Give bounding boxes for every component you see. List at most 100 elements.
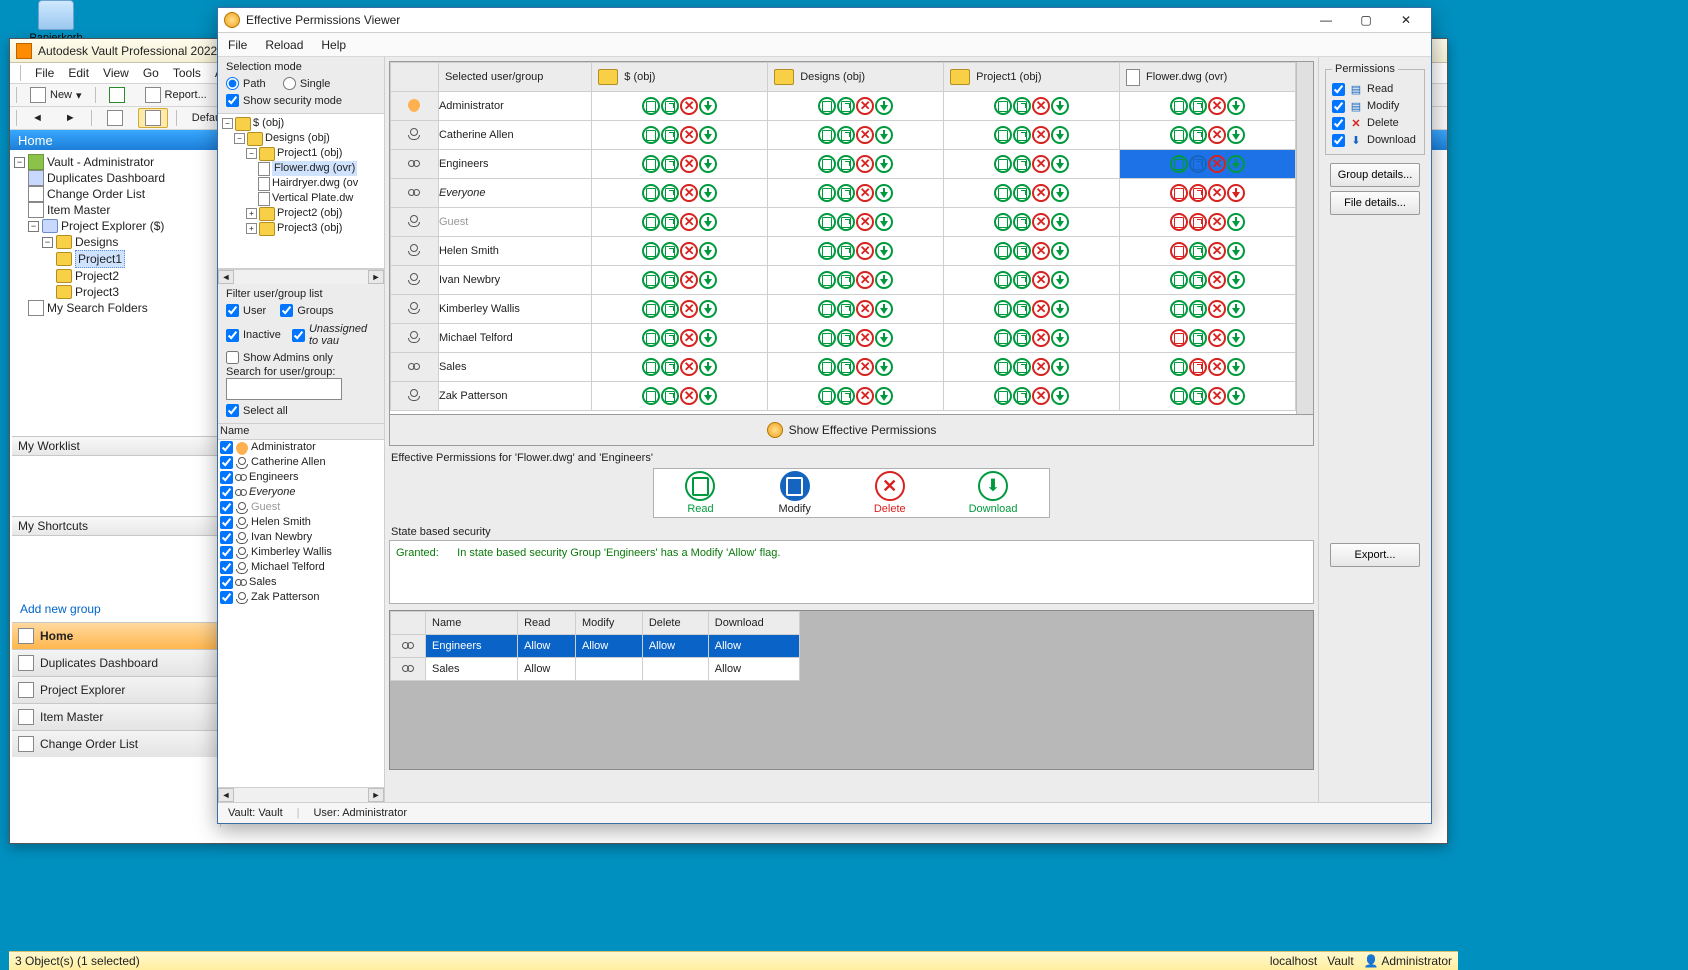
perm-cell[interactable]: ✕ <box>768 324 944 353</box>
perm-cell[interactable]: ✕ <box>944 208 1120 237</box>
report-button[interactable]: Report... <box>138 85 214 105</box>
grid-col-header[interactable]: $ (obj) <box>592 63 768 92</box>
check-inactive[interactable]: Inactive <box>226 329 281 342</box>
state-col-header[interactable] <box>391 612 426 635</box>
perm-cell[interactable]: ✕ <box>944 266 1120 295</box>
perm-cell[interactable]: ✕ <box>944 353 1120 382</box>
collapse-icon[interactable]: − <box>42 237 53 248</box>
minimize-button[interactable]: — <box>1307 11 1345 29</box>
obj-project2[interactable]: +Project2 (obj) <box>246 206 382 221</box>
tree-itemmaster[interactable]: Item Master <box>28 202 218 218</box>
perm-cell[interactable]: ✕ <box>768 353 944 382</box>
check-selectall[interactable]: Select all <box>226 404 376 417</box>
perm-cell[interactable]: ✕ <box>768 295 944 324</box>
sidenav-changeorder[interactable]: Change Order List <box>12 730 218 757</box>
perm-cell[interactable]: ✕ <box>592 382 768 411</box>
name-row[interactable]: Sales <box>218 575 384 590</box>
name-row[interactable]: Administrator <box>218 440 384 455</box>
grid-row[interactable]: Engineers✕✕✕✕ <box>391 150 1296 179</box>
obj-project3[interactable]: +Project3 (obj) <box>246 221 382 236</box>
perm-cell[interactable]: ✕ <box>768 382 944 411</box>
name-row[interactable]: Zak Patterson <box>218 590 384 605</box>
obj-project1[interactable]: −Project1 (obj) <box>246 146 382 161</box>
grid-row[interactable]: Ivan Newbry✕✕✕✕ <box>391 266 1296 295</box>
check-delete[interactable]: ✕Delete <box>1332 116 1418 130</box>
collapse-icon[interactable]: − <box>28 221 39 232</box>
perm-cell[interactable]: ✕ <box>1120 150 1296 179</box>
menu-file[interactable]: File <box>228 38 247 52</box>
name-row[interactable]: Helen Smith <box>218 515 384 530</box>
perm-cell[interactable]: ✕ <box>592 179 768 208</box>
check-show-security[interactable]: Show security mode <box>226 94 376 107</box>
perm-cell[interactable]: ✕ <box>768 237 944 266</box>
close-button[interactable]: ✕ <box>1387 11 1425 29</box>
state-row[interactable]: EngineersAllowAllowAllowAllow <box>391 635 800 658</box>
vault-menu-file[interactable]: File <box>35 66 54 80</box>
grid-vscroll[interactable] <box>1296 62 1313 414</box>
tree-project3[interactable]: Project3 <box>56 284 218 300</box>
grid-row[interactable]: Catherine Allen✕✕✕✕ <box>391 121 1296 150</box>
name-row[interactable]: Catherine Allen <box>218 455 384 470</box>
group-details-button[interactable]: Group details... <box>1330 163 1420 187</box>
sidenav-duplicates[interactable]: Duplicates Dashboard <box>12 649 218 676</box>
new-button[interactable]: New ▾ <box>23 85 89 105</box>
check-download[interactable]: ⬇Download <box>1332 133 1418 147</box>
perm-cell[interactable]: ✕ <box>592 353 768 382</box>
perm-cell[interactable]: ✕ <box>944 295 1120 324</box>
add-group-link[interactable]: Add new group <box>12 596 218 622</box>
obj-file-flower[interactable]: Flower.dwg (ovr) <box>258 161 382 176</box>
perm-cell[interactable]: ✕ <box>1120 121 1296 150</box>
worklist-header[interactable]: My Worklist <box>12 436 218 456</box>
vault-menu-go[interactable]: Go <box>143 66 159 80</box>
perm-cell[interactable]: ✕ <box>944 179 1120 208</box>
perm-cell[interactable]: ✕ <box>1120 353 1296 382</box>
obj-file-hairdryer[interactable]: Hairdryer.dwg (ov <box>258 176 382 191</box>
shortcuts-header[interactable]: My Shortcuts <box>12 516 218 536</box>
vault-menu-view[interactable]: View <box>103 66 129 80</box>
perm-cell[interactable]: ✕ <box>768 266 944 295</box>
check-groups[interactable]: Groups <box>280 304 333 317</box>
perm-cell[interactable]: ✕ <box>944 150 1120 179</box>
names-hscroll[interactable]: ◄► <box>218 787 384 802</box>
perm-cell[interactable]: ✕ <box>1120 266 1296 295</box>
layout1-button[interactable] <box>100 108 130 128</box>
vault-menu-edit[interactable]: Edit <box>68 66 89 80</box>
grid-row[interactable]: Everyone✕✕✕✕ <box>391 179 1296 208</box>
grid-row[interactable]: Helen Smith✕✕✕✕ <box>391 237 1296 266</box>
check-user[interactable]: User <box>226 304 266 317</box>
check-admins[interactable]: Show Admins only <box>226 351 376 364</box>
state-col-header[interactable]: Download <box>708 612 799 635</box>
check-read[interactable]: ▤Read <box>1332 82 1418 96</box>
maximize-button[interactable]: ▢ <box>1347 11 1385 29</box>
check-modify[interactable]: ▤Modify <box>1332 99 1418 113</box>
search-input[interactable] <box>226 378 342 400</box>
grid-col-header[interactable]: Flower.dwg (ovr) <box>1120 63 1296 92</box>
grid-col-header[interactable]: Designs (obj) <box>768 63 944 92</box>
state-col-header[interactable]: Delete <box>642 612 708 635</box>
tree-root[interactable]: −Vault - Administrator <box>14 154 218 170</box>
perm-cell[interactable]: ✕ <box>1120 324 1296 353</box>
name-row[interactable]: Guest <box>218 500 384 515</box>
name-row[interactable]: Ivan Newbry <box>218 530 384 545</box>
tree-duplicates[interactable]: Duplicates Dashboard <box>28 170 218 186</box>
perm-cell[interactable]: ✕ <box>1120 179 1296 208</box>
menu-help[interactable]: Help <box>321 38 346 52</box>
export-button[interactable]: Export... <box>1330 543 1420 567</box>
grid-row[interactable]: Sales✕✕✕✕ <box>391 353 1296 382</box>
grid-row[interactable]: Kimberley Wallis✕✕✕✕ <box>391 295 1296 324</box>
tree-changeorder[interactable]: Change Order List <box>28 186 218 202</box>
name-row[interactable]: Kimberley Wallis <box>218 545 384 560</box>
name-row[interactable]: Engineers <box>218 470 384 485</box>
perm-cell[interactable]: ✕ <box>1120 382 1296 411</box>
tree-designs[interactable]: −Designs <box>42 234 218 250</box>
grid-row[interactable]: Administrator✕✕✕✕ <box>391 92 1296 121</box>
perm-cell[interactable]: ✕ <box>944 237 1120 266</box>
state-col-header[interactable]: Read <box>518 612 576 635</box>
perm-cell[interactable]: ✕ <box>944 382 1120 411</box>
perm-cell[interactable]: ✕ <box>592 121 768 150</box>
layout2-button[interactable] <box>138 108 168 128</box>
state-row[interactable]: SalesAllowAllow <box>391 658 800 681</box>
perm-cell[interactable]: ✕ <box>592 237 768 266</box>
perm-cell[interactable]: ✕ <box>1120 237 1296 266</box>
collapse-icon[interactable]: − <box>14 157 25 168</box>
